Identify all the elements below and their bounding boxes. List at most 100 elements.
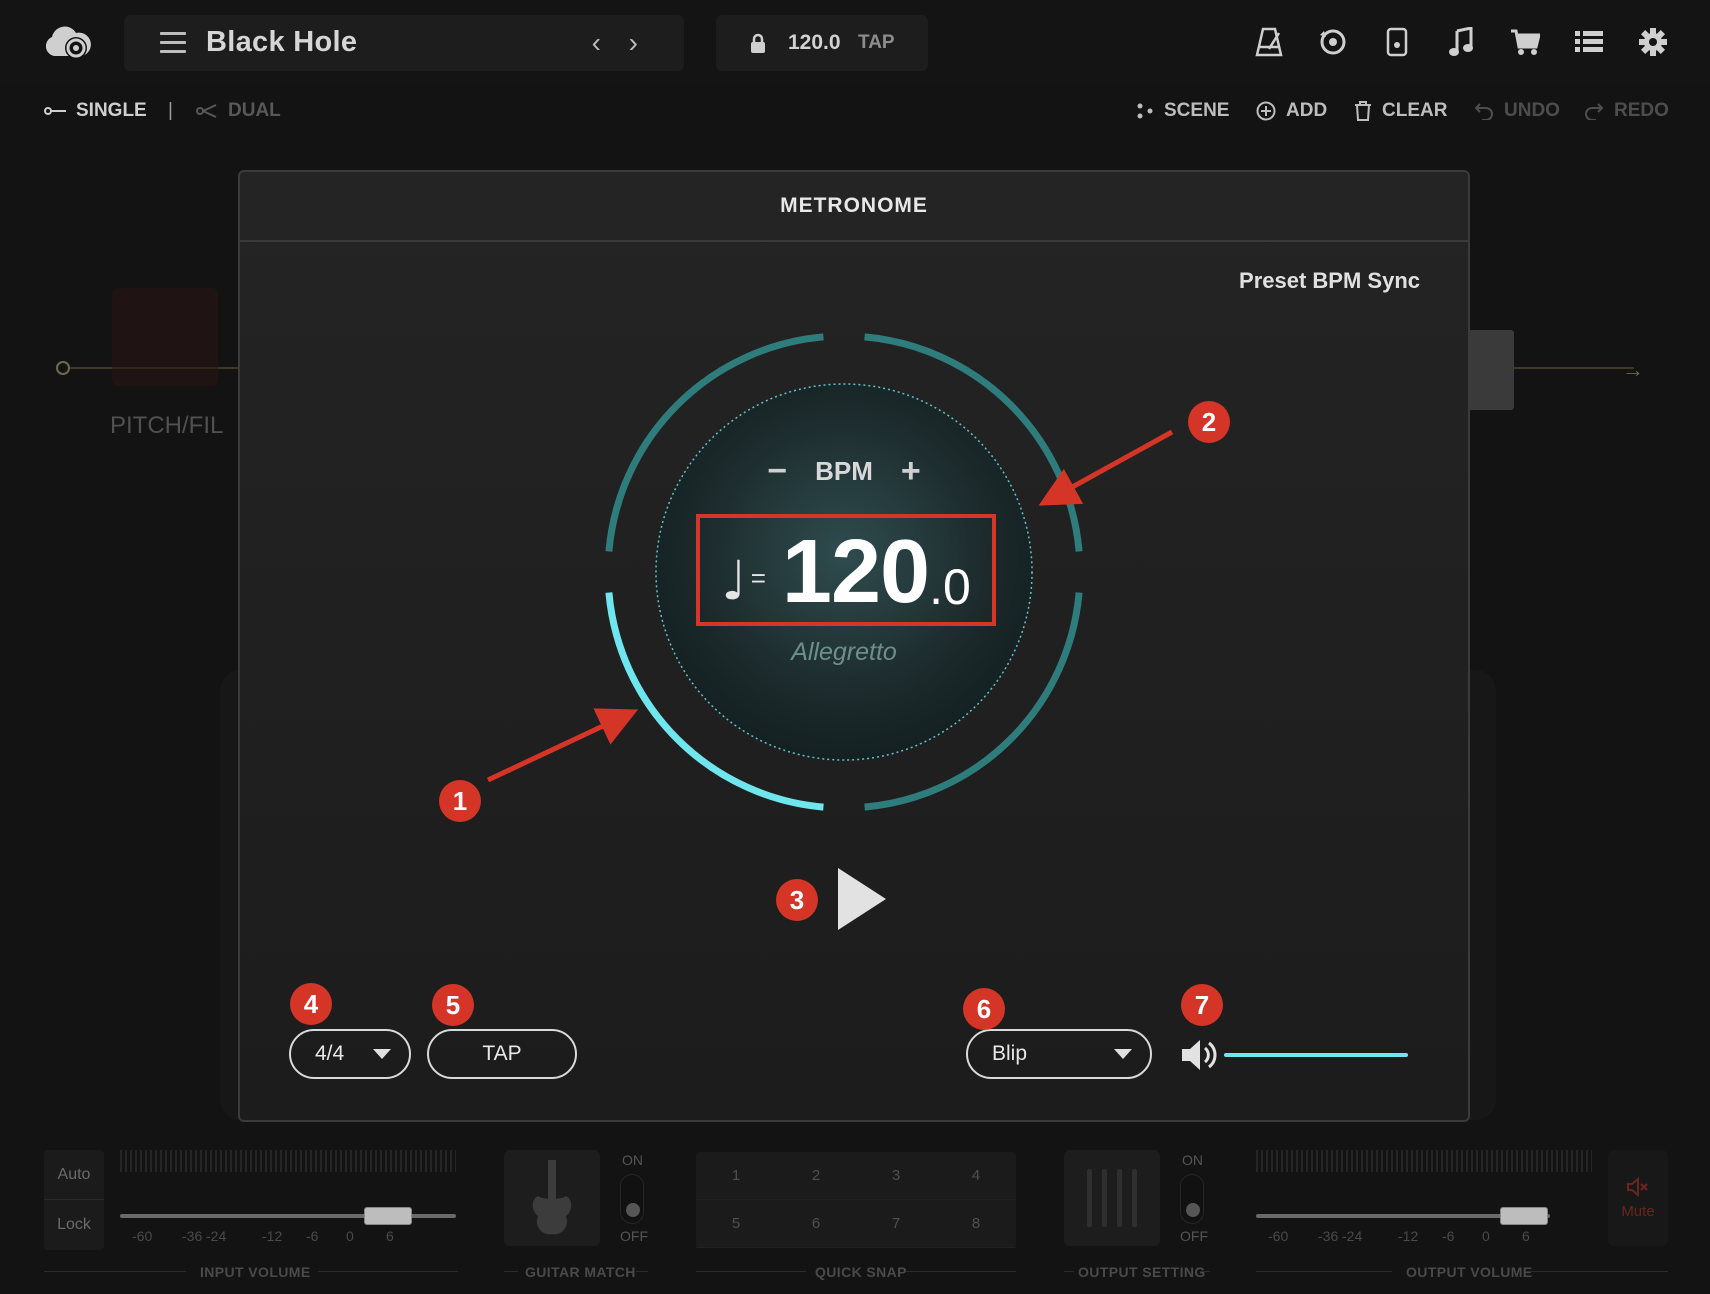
lock-button[interactable]: Lock <box>44 1200 104 1250</box>
divider <box>44 1271 186 1272</box>
bpm-increment-button[interactable]: + <box>901 454 921 488</box>
volume-scale-tick: 0 <box>346 1228 354 1244</box>
guitar-icon <box>532 1160 572 1235</box>
annotation-badge-4: 4 <box>290 983 332 1025</box>
speaker-volume-icon[interactable] <box>1180 1036 1220 1074</box>
clear-label: CLEAR <box>1382 100 1448 121</box>
preset-bpm-sync-toggle[interactable]: Preset BPM Sync <box>1239 268 1420 294</box>
annotation-badge-6: 6 <box>963 988 1005 1030</box>
dual-mode-button[interactable]: DUAL <box>196 100 281 122</box>
volume-scale-tick: -36 <box>1318 1228 1339 1244</box>
trash-icon <box>1355 101 1371 121</box>
divider <box>1064 1271 1074 1272</box>
quick-snap-slot[interactable]: 6 <box>776 1200 856 1248</box>
guitar-match-button[interactable] <box>504 1150 600 1246</box>
mute-button[interactable]: Mute <box>1608 1150 1668 1246</box>
single-mode-label: SINGLE <box>76 100 147 121</box>
output-setting-toggle[interactable] <box>1180 1174 1204 1224</box>
quick-snap-label: QUICK SNAP <box>815 1264 907 1280</box>
dual-mode-label: DUAL <box>228 100 281 121</box>
auto-button[interactable]: Auto <box>44 1150 104 1200</box>
output-setting-off-label: OFF <box>1180 1228 1208 1244</box>
redo-button[interactable]: REDO <box>1584 100 1669 122</box>
preset-nav-arrows[interactable]: ‹ › <box>592 27 648 59</box>
chain-toolbar: SINGLE | DUAL SCENE ADD CLEAR UNDO REDO <box>0 92 1710 136</box>
divider <box>1200 1271 1210 1272</box>
volume-scale-tick: -12 <box>262 1228 283 1244</box>
volume-scale-tick: -24 <box>1342 1228 1363 1244</box>
click-sound-select[interactable]: Blip <box>966 1029 1152 1079</box>
undo-button[interactable]: UNDO <box>1474 100 1560 122</box>
add-button[interactable]: ADD <box>1256 100 1327 122</box>
quick-snap-slot[interactable]: 7 <box>856 1200 936 1248</box>
divider <box>504 1271 518 1272</box>
dropdown-caret-icon <box>1114 1049 1132 1059</box>
mute-speaker-icon <box>1627 1176 1648 1197</box>
tempo-marking: Allegretto <box>791 638 897 666</box>
clear-button[interactable]: CLEAR <box>1354 100 1447 122</box>
input-volume-label: INPUT VOLUME <box>200 1264 311 1280</box>
pedal-label: PITCH/FIL <box>110 412 224 439</box>
volume-scale-tick: -6 <box>306 1228 319 1244</box>
quick-snap-slot[interactable]: 5 <box>696 1200 776 1248</box>
quick-snap-slot[interactable]: 2 <box>776 1152 856 1200</box>
click-sound-value: Blip <box>992 1042 1028 1065</box>
undo-icon <box>1474 103 1493 120</box>
music-note-icon[interactable] <box>1444 22 1478 62</box>
scene-button[interactable]: SCENE <box>1136 100 1229 122</box>
bpm-controls: − BPM + <box>604 454 1084 488</box>
list-icon[interactable] <box>1572 22 1606 62</box>
chain-output-arrow-icon: → <box>1622 357 1644 382</box>
single-mode-button[interactable]: SINGLE <box>44 100 147 122</box>
lock-icon[interactable] <box>750 33 766 53</box>
device-icon[interactable] <box>1380 22 1414 62</box>
quick-snap-slot[interactable]: 4 <box>936 1152 1016 1200</box>
bpm-value-display[interactable]: ♩ = 120 .0 <box>696 514 996 626</box>
preset-name: Black Hole <box>206 26 358 58</box>
dropdown-caret-icon <box>373 1049 391 1059</box>
quick-snap-grid: 1234 5678 <box>696 1152 1016 1248</box>
quick-snap-slot[interactable]: 1 <box>696 1152 776 1200</box>
equals-sign: = <box>750 563 766 593</box>
cloud-logo-icon[interactable] <box>42 20 94 64</box>
menu-icon[interactable] <box>160 32 186 54</box>
guitar-match-on-label: ON <box>622 1152 643 1168</box>
divider <box>906 1271 1016 1272</box>
chain-input-node[interactable] <box>56 361 70 375</box>
volume-scale-tick: 0 <box>1482 1228 1490 1244</box>
input-level-meter <box>120 1150 456 1172</box>
output-volume-knob[interactable] <box>1500 1207 1548 1225</box>
volume-scale-tick: 6 <box>386 1228 394 1244</box>
undo-label: UNDO <box>1504 100 1560 121</box>
pitch-filter-pedal[interactable] <box>112 288 218 386</box>
bpm-fraction: .0 <box>929 559 971 615</box>
history-icon[interactable] <box>1316 22 1350 62</box>
bpm-decrement-button[interactable]: − <box>767 454 787 488</box>
rack-module[interactable] <box>1466 330 1514 410</box>
metronome-icon[interactable] <box>1252 22 1286 62</box>
settings-gear-icon[interactable] <box>1636 22 1670 62</box>
quick-snap-slot[interactable]: 3 <box>856 1152 936 1200</box>
scene-label: SCENE <box>1164 100 1230 121</box>
play-button[interactable] <box>834 866 890 932</box>
time-signature-select[interactable]: 4/4 <box>289 1029 411 1079</box>
volume-scale-tick: -60 <box>1268 1228 1289 1244</box>
output-setting-on-label: ON <box>1182 1152 1203 1168</box>
tap-button[interactable]: TAP <box>427 1029 577 1079</box>
volume-scale-tick: -36 <box>182 1228 203 1244</box>
output-volume-label: OUTPUT VOLUME <box>1406 1264 1533 1280</box>
bpm-dial[interactable]: − BPM + ♩ = 120 .0 Allegretto <box>604 332 1084 812</box>
metronome-volume-slider[interactable] <box>1224 1053 1408 1057</box>
tempo-box[interactable]: 120.0 TAP <box>716 15 928 71</box>
shopping-cart-icon[interactable] <box>1508 22 1542 62</box>
divider <box>318 1271 458 1272</box>
input-volume-knob[interactable] <box>364 1207 412 1225</box>
tap-tempo-button[interactable]: TAP <box>858 32 895 54</box>
output-setting-button[interactable] <box>1064 1150 1160 1246</box>
preset-selector[interactable]: Black Hole ‹ › <box>124 15 684 71</box>
annotation-badge-2: 2 <box>1188 401 1230 443</box>
guitar-match-off-label: OFF <box>620 1228 648 1244</box>
guitar-match-toggle[interactable] <box>620 1174 644 1224</box>
quick-snap-slot[interactable]: 8 <box>936 1200 1016 1248</box>
top-bar: Black Hole ‹ › 120.0 TAP <box>0 0 1710 84</box>
